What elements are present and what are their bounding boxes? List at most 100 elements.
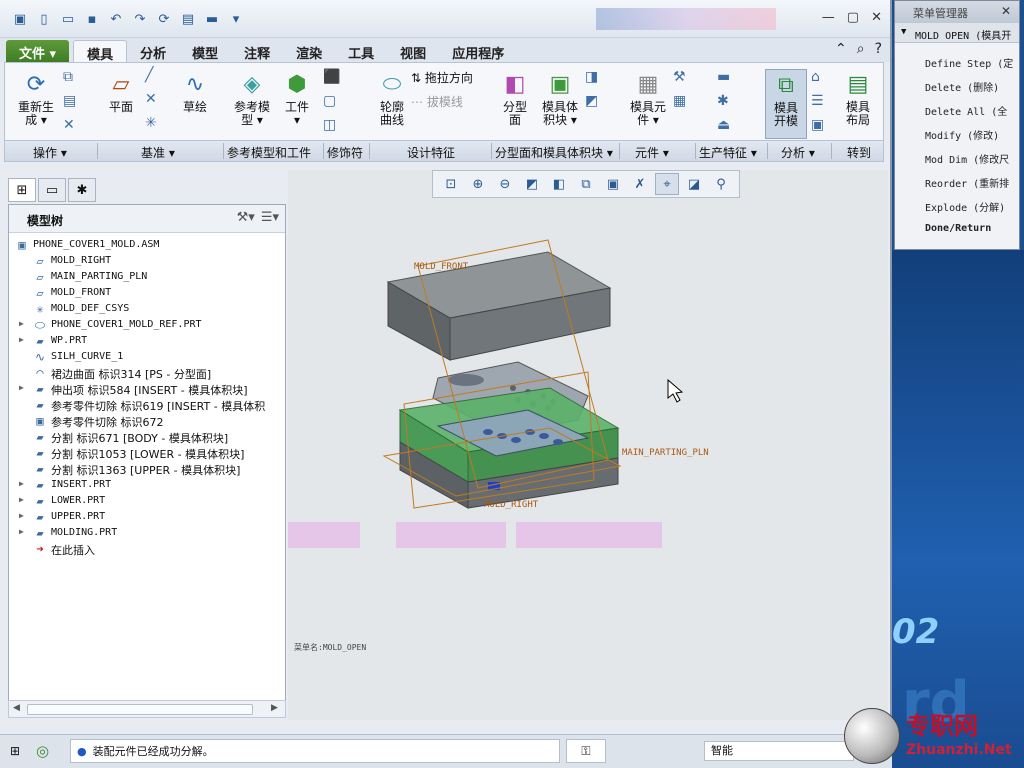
ribbon-group-label-6[interactable]: 元件 ▾ xyxy=(635,144,669,161)
tree-show-icon[interactable]: ☰▾ xyxy=(261,210,279,225)
scroll-left-icon[interactable]: ◀ xyxy=(13,703,20,713)
customize-qat-icon[interactable]: ▾ xyxy=(226,10,246,28)
tree-item[interactable]: ▰ 分割 标识1053 [LOWER - 模具体积块] xyxy=(9,445,285,461)
scroll-thumb[interactable] xyxy=(27,704,253,715)
tree-item[interactable]: ▶ ⬭ PHONE_COVER1_MOLD_REF.PRT xyxy=(9,317,285,333)
ribbon-group-label-9[interactable]: 转到 xyxy=(847,144,871,161)
menu-item-2[interactable]: Delete All (全 xyxy=(925,103,1015,118)
tab-annotate[interactable]: 注释 xyxy=(231,40,283,62)
tree-item[interactable]: ▶ ▰ UPPER.PRT xyxy=(9,509,285,525)
analysis-3-icon[interactable]: ▣ xyxy=(811,117,824,133)
zoom-out-icon[interactable]: ⊖ xyxy=(493,173,517,195)
maximize-button[interactable]: ▢ xyxy=(847,10,859,25)
menu-item-0[interactable]: Define Step (定 xyxy=(925,55,1015,70)
tree-item[interactable]: ▱ MOLD_RIGHT xyxy=(9,253,285,269)
tree-item[interactable]: ▶ ▰ INSERT.PRT xyxy=(9,477,285,493)
tree-item[interactable]: ▰ 分割 标识1363 [UPPER - 模具体积块] xyxy=(9,461,285,477)
minimize-button[interactable]: — xyxy=(822,10,835,25)
tree-item[interactable]: ✳ MOLD_DEF_CSYS xyxy=(9,301,285,317)
tree-item[interactable]: ▱ MOLD_FRONT xyxy=(9,285,285,301)
open-folder-icon[interactable]: ▭ xyxy=(58,10,78,28)
expand-arrow-icon[interactable]: ▶ xyxy=(19,511,24,520)
search-icon[interactable]: ⌕ xyxy=(857,41,865,57)
delete-icon[interactable]: ✕ xyxy=(63,117,75,133)
production-3-icon[interactable]: ⏏ xyxy=(717,117,730,133)
tree-item[interactable]: ▶ ▰ MOLDING.PRT xyxy=(9,525,285,541)
tab-file[interactable]: 文件 ▾ xyxy=(6,40,70,62)
ribbon-button-6[interactable]: ◧ 分型面 xyxy=(495,69,535,127)
pull-direction-button[interactable]: ⇅ 拖拉方向 xyxy=(411,69,473,86)
collapse-ribbon-icon[interactable]: ⌃ xyxy=(835,41,847,57)
tree-item[interactable]: ➜ 在此插入 xyxy=(9,541,285,557)
tab-analysis[interactable]: 分析 xyxy=(127,40,179,62)
ribbon-group-label-8[interactable]: 分析 ▾ xyxy=(781,144,815,161)
refit-icon[interactable]: ⊡ xyxy=(439,173,463,195)
menu-item-3[interactable]: Modify (修改) xyxy=(925,127,1015,142)
volume-tool-1-icon[interactable]: ◨ xyxy=(585,69,598,85)
new-file-icon[interactable]: ▯ xyxy=(34,10,54,28)
analysis-1-icon[interactable]: ⌂ xyxy=(811,69,820,85)
ribbon-group-label-1[interactable]: 基准 ▾ xyxy=(141,144,175,161)
modifier-1-icon[interactable]: ⬛ xyxy=(323,69,340,85)
zoom-in-icon[interactable]: ⊕ xyxy=(466,173,490,195)
saved-views-icon[interactable]: ⧉ xyxy=(574,173,598,195)
favorites-tab-icon[interactable]: ✱ xyxy=(68,178,96,202)
ribbon-button-2[interactable]: ∿ 草绘 xyxy=(175,69,215,114)
close-button[interactable]: ✕ xyxy=(871,10,882,25)
expand-arrow-icon[interactable]: ▶ xyxy=(19,383,24,392)
undo-icon[interactable]: ↶ xyxy=(106,10,126,28)
annotation-display-icon[interactable]: ⌖ xyxy=(655,173,679,195)
production-2-icon[interactable]: ✱ xyxy=(717,93,729,109)
tree-item[interactable]: ▶ ▰ 伸出项 标识584 [INSERT - 模具体积块] xyxy=(9,381,285,397)
point-icon[interactable]: ✕ xyxy=(145,91,157,107)
menu-item-7[interactable]: Done/Return xyxy=(925,223,1015,234)
tab-applications[interactable]: 应用程序 xyxy=(439,40,517,62)
view-manager-icon[interactable]: ▣ xyxy=(601,173,625,195)
ribbon-button-0[interactable]: ⟳ 重新生成 ▾ xyxy=(11,69,61,127)
save-icon[interactable]: ▪ xyxy=(82,10,102,28)
redo-icon[interactable]: ↷ xyxy=(130,10,150,28)
menu-item-6[interactable]: Explode (分解) xyxy=(925,199,1015,214)
tab-model[interactable]: 模型 xyxy=(179,40,231,62)
component-tool-2-icon[interactable]: ▦ xyxy=(673,93,686,109)
analysis-2-icon[interactable]: ☰ xyxy=(811,93,824,109)
production-1-icon[interactable]: ▬ xyxy=(717,69,730,85)
menu-mold-open-header[interactable]: ▼ MOLD OPEN (模具开 xyxy=(895,23,1019,43)
menu-close-icon[interactable]: ✕ xyxy=(1001,4,1011,18)
tree-item[interactable]: ∿ SILH_CURVE_1 xyxy=(9,349,285,365)
tree-item[interactable]: ▶ ▰ WP.PRT xyxy=(9,333,285,349)
tree-item[interactable]: ◠ 裙边曲面 标识314 [PS - 分型面] xyxy=(9,365,285,381)
tab-mold[interactable]: 模具 xyxy=(73,40,128,63)
modifier-3-icon[interactable]: ◫ xyxy=(323,117,336,133)
ribbon-group-label-3[interactable]: 修饰符 xyxy=(327,144,363,161)
scroll-right-icon[interactable]: ▶ xyxy=(271,703,278,713)
tab-render[interactable]: 渲染 xyxy=(283,40,335,62)
tree-item[interactable]: ▶ ▰ LOWER.PRT xyxy=(9,493,285,509)
help-icon[interactable]: ? xyxy=(875,41,882,57)
tree-item[interactable]: ▣ 参考零件切除 标识672 xyxy=(9,413,285,429)
tab-tools[interactable]: 工具 xyxy=(335,40,387,62)
tab-view[interactable]: 视图 xyxy=(387,40,439,62)
copy-icon[interactable]: ⧉ xyxy=(63,69,73,85)
ribbon-group-label-5[interactable]: 分型面和模具体积块 ▾ xyxy=(495,144,613,161)
graphics-window[interactable]: MOLD_FRONT MAIN_PARTING_PLN MOLD_RIGHT 菜… xyxy=(264,170,888,720)
close-window-icon[interactable]: ▬ xyxy=(202,10,222,28)
tree-item[interactable]: ▱ MAIN_PARTING_PLN xyxy=(9,269,285,285)
volume-tool-2-icon[interactable]: ◩ xyxy=(585,93,598,109)
ribbon-button-4[interactable]: ⬢ 工件 ▾ xyxy=(275,69,319,127)
repaint-icon[interactable]: ◩ xyxy=(520,173,544,195)
view-options-icon[interactable]: ⚲ xyxy=(709,173,733,195)
expand-arrow-icon[interactable]: ▶ xyxy=(19,335,24,344)
model-tree-tab-icon[interactable]: ⊞ xyxy=(8,178,36,202)
expand-arrow-icon[interactable]: ▶ xyxy=(19,319,24,328)
component-tool-1-icon[interactable]: ⚒ xyxy=(673,69,686,85)
menu-item-4[interactable]: Mod Dim (修改尺 xyxy=(925,151,1015,166)
tree-item[interactable]: ▣ PHONE_COVER1_MOLD.ASM xyxy=(9,237,285,253)
menu-item-5[interactable]: Reorder (重新排 xyxy=(925,175,1015,190)
find-icon[interactable]: ⚿ xyxy=(566,739,606,763)
csys-icon[interactable]: ✳ xyxy=(145,115,157,131)
modifier-2-icon[interactable]: ▢ xyxy=(323,93,336,109)
expand-arrow-icon[interactable]: ▶ xyxy=(19,495,24,504)
selection-filter[interactable]: 智能 xyxy=(704,741,854,761)
tree-settings-icon[interactable]: ⚒▾ xyxy=(237,210,255,225)
